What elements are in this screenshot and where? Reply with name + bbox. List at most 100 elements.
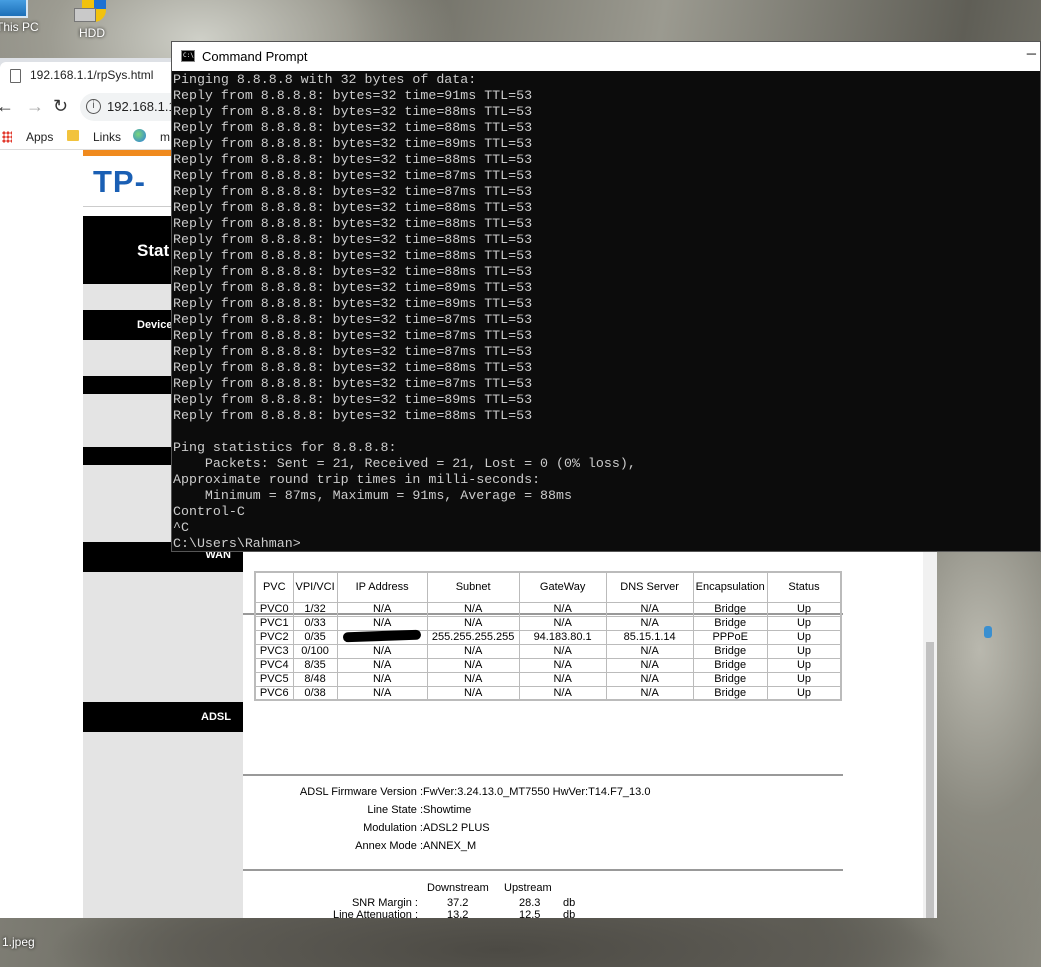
info-value: Showtime <box>423 804 472 816</box>
desktop-icon-hdd[interactable]: HDD <box>74 0 110 40</box>
adsl-info-row: Line State : Showtime <box>243 804 843 820</box>
console-line: Reply from 8.8.8.8: bytes=32 time=87ms T… <box>173 344 533 359</box>
desktop-icon-label: This PC <box>0 20 39 34</box>
console-line: Reply from 8.8.8.8: bytes=32 time=88ms T… <box>173 232 533 247</box>
table-cell: N/A <box>605 657 694 673</box>
section-label-adsl: ADSL <box>83 702 243 732</box>
table-cell: N/A <box>336 671 428 687</box>
table-cell: N/A <box>426 615 520 631</box>
column-header: VPI/VCI <box>292 571 338 603</box>
table-cell: N/A <box>336 657 428 673</box>
table-cell: 85.15.1.14 <box>605 629 694 645</box>
table-cell: N/A <box>426 657 520 673</box>
console-line: Reply from 8.8.8.8: bytes=32 time=87ms T… <box>173 184 533 199</box>
column-header: DNS Server <box>605 571 694 603</box>
command-prompt-window[interactable]: C:\ Command Prompt ─ Pinging 8.8.8.8 wit… <box>171 41 1041 552</box>
table-cell: PVC6 <box>254 685 294 701</box>
cmd-title: Command Prompt <box>202 49 308 64</box>
table-cell: PVC3 <box>254 643 294 659</box>
console-line: Reply from 8.8.8.8: bytes=32 time=87ms T… <box>173 328 533 343</box>
page-title: Stat <box>137 241 170 260</box>
table-cell: Up <box>766 685 842 701</box>
stat-upstream: 12.5 <box>519 909 541 918</box>
stat-unit: db <box>563 909 576 918</box>
divider <box>243 774 843 776</box>
column-header: Encapsulation <box>692 571 768 603</box>
console-line: Reply from 8.8.8.8: bytes=32 time=87ms T… <box>173 376 533 391</box>
console-line: Reply from 8.8.8.8: bytes=32 time=87ms T… <box>173 168 533 183</box>
console-line: Reply from 8.8.8.8: bytes=32 time=88ms T… <box>173 216 533 231</box>
table-cell: Up <box>766 643 842 659</box>
console-line: C:\Users\Rahman> <box>173 536 301 550</box>
table-cell: N/A <box>426 671 520 687</box>
console-line: Reply from 8.8.8.8: bytes=32 time=89ms T… <box>173 280 533 295</box>
column-header: GateWay <box>518 571 607 603</box>
back-arrow-icon[interactable]: ← <box>0 96 14 116</box>
console-line: Reply from 8.8.8.8: bytes=32 time=91ms T… <box>173 88 533 103</box>
console-line: Reply from 8.8.8.8: bytes=32 time=89ms T… <box>173 296 533 311</box>
table-cell: N/A <box>605 615 694 631</box>
console-line: Reply from 8.8.8.8: bytes=32 time=88ms T… <box>173 152 533 167</box>
console-line: Control-C <box>173 504 245 519</box>
table-cell: N/A <box>336 685 428 701</box>
bookmark-apps[interactable]: Apps <box>26 130 53 144</box>
address-text: 192.168.1.1 <box>107 99 176 114</box>
table-cell: N/A <box>336 643 428 659</box>
adsl-info-row: Modulation : ADSL2 PLUS <box>243 822 843 838</box>
table-cell: Up <box>766 615 842 631</box>
table-cell: Bridge <box>692 657 768 673</box>
divider <box>243 869 843 871</box>
info-value: ADSL2 PLUS <box>423 822 490 834</box>
browser-tab[interactable]: 192.168.1.1/rpSys.html <box>0 62 178 90</box>
table-row: PVC1 0/33 N/A N/A N/A N/A Bridge Up <box>254 615 842 631</box>
table-cell: N/A <box>605 671 694 687</box>
scroll-thumb[interactable] <box>926 642 934 918</box>
table-cell: 1/32 <box>292 601 338 617</box>
stat-downstream: 13.2 <box>447 909 469 918</box>
desktop-icon-this-pc[interactable]: This PC <box>0 0 39 34</box>
table-cell: N/A <box>518 685 607 701</box>
console-line: Reply from 8.8.8.8: bytes=32 time=88ms T… <box>173 120 533 135</box>
adsl-info-row: ADSL Firmware Version : FwVer:3.24.13.0_M… <box>243 786 843 802</box>
table-header-row: PVC VPI/VCI IP Address Subnet GateWay DN… <box>254 571 842 603</box>
desktop-icon-label: HDD <box>79 26 105 40</box>
forward-arrow-icon[interactable]: → <box>26 96 44 116</box>
info-icon[interactable]: i <box>86 99 101 114</box>
console-line: Reply from 8.8.8.8: bytes=32 time=88ms T… <box>173 200 533 215</box>
shield-drive-icon <box>74 0 110 24</box>
redacted-ip <box>342 629 422 642</box>
minimize-icon[interactable]: ─ <box>1027 46 1036 61</box>
console-icon: C:\ <box>181 50 195 62</box>
bookmark-m[interactable]: m <box>160 130 170 144</box>
info-key: Annex Mode : <box>355 840 423 852</box>
column-header: Status <box>766 571 842 603</box>
table-row: PVC5 8/48 N/A N/A N/A N/A Bridge Up <box>254 671 842 687</box>
table-cell: N/A <box>518 615 607 631</box>
tp-link-logo: TP- <box>93 164 146 199</box>
reload-icon[interactable]: ↻ <box>53 96 68 116</box>
adsl-info-row: Annex Mode : ANNEX_M <box>243 840 843 856</box>
table-cell <box>336 629 428 645</box>
table-cell: 0/100 <box>292 643 338 659</box>
console-line: Minimum = 87ms, Maximum = 91ms, Average … <box>173 488 572 503</box>
table-row: PVC4 8/35 N/A N/A N/A N/A Bridge Up <box>254 657 842 673</box>
table-cell: 0/38 <box>292 685 338 701</box>
console-output[interactable]: Pinging 8.8.8.8 with 32 bytes of data: Re… <box>173 72 1039 550</box>
console-line: Reply from 8.8.8.8: bytes=32 time=88ms T… <box>173 360 533 375</box>
console-line: Approximate round trip times in milli-se… <box>173 472 541 487</box>
table-cell: 0/35 <box>292 629 338 645</box>
table-cell: PPPoE <box>692 629 768 645</box>
desktop-file-label[interactable]: 1.jpeg <box>2 935 35 949</box>
console-line: Pinging 8.8.8.8 with 32 bytes of data: <box>173 72 477 87</box>
console-line: Reply from 8.8.8.8: bytes=32 time=87ms T… <box>173 312 533 327</box>
table-cell: Up <box>766 629 842 645</box>
info-key: ADSL Firmware Version : <box>299 786 423 798</box>
globe-icon <box>133 129 146 142</box>
bookmark-links[interactable]: Links <box>93 130 121 144</box>
console-line: Reply from 8.8.8.8: bytes=32 time=89ms T… <box>173 392 533 407</box>
table-cell: Bridge <box>692 643 768 659</box>
console-line: Reply from 8.8.8.8: bytes=32 time=88ms T… <box>173 248 533 263</box>
cmd-title-bar[interactable]: C:\ Command Prompt ─ <box>172 42 1040 71</box>
column-header: IP Address <box>336 571 428 603</box>
stats-col-upstream: Upstream <box>504 882 552 894</box>
